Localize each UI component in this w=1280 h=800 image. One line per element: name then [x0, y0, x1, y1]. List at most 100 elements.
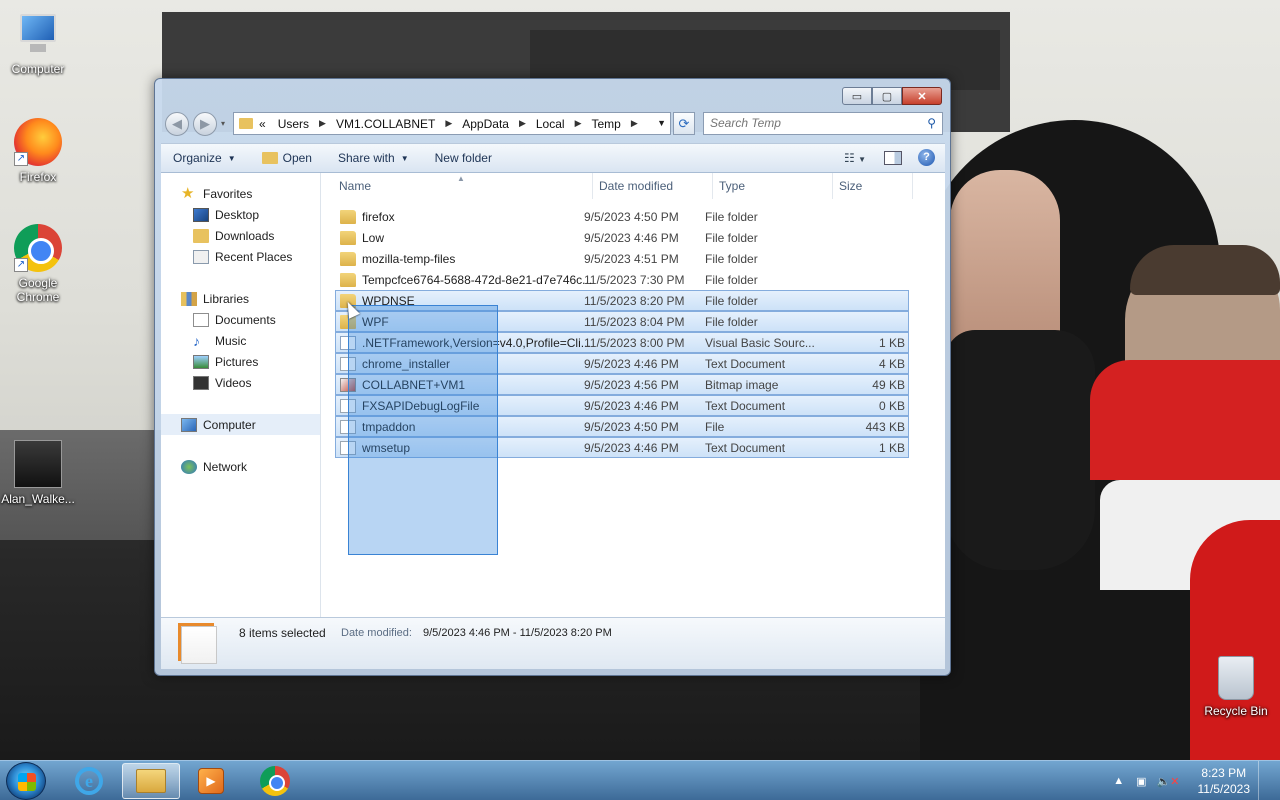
column-header-size[interactable]: Size: [833, 173, 913, 199]
breadcrumb-label: AppData: [462, 116, 509, 131]
nav-item-downloads[interactable]: Downloads: [161, 225, 320, 246]
breadcrumb-overflow[interactable]: «: [259, 117, 266, 131]
script-file-icon: [340, 335, 356, 350]
nav-item-documents[interactable]: Documents: [161, 309, 320, 330]
sort-ascending-icon: ▲: [457, 174, 465, 183]
date-modified-value: 9/5/2023 4:46 PM - 11/5/2023 8:20 PM: [423, 627, 612, 639]
volume-muted-icon[interactable]: 🔈✕: [1157, 775, 1180, 788]
column-header-name[interactable]: ▲ Name: [321, 173, 593, 199]
button-label: Organize: [173, 151, 222, 165]
folder-icon: [239, 118, 253, 129]
nav-item-recent-places[interactable]: Recent Places: [161, 246, 320, 267]
file-row[interactable]: firefox 9/5/2023 4:50 PM File folder: [335, 206, 909, 227]
search-box[interactable]: ⚲: [703, 112, 943, 135]
overflow-chevron-icon: «: [259, 116, 266, 131]
help-button[interactable]: ?: [918, 149, 935, 166]
desktop-icon-chrome[interactable]: ↗ Google Chrome: [0, 224, 76, 304]
forward-button[interactable]: ▶: [193, 112, 217, 136]
breadcrumb-item[interactable]: Users ▶: [278, 117, 336, 131]
taskbar-file-explorer[interactable]: [122, 763, 180, 799]
breadcrumb-item[interactable]: Temp ▶: [591, 117, 647, 131]
taskbar-chrome[interactable]: [246, 763, 304, 799]
file-date-modified: 9/5/2023 4:51 PM: [584, 251, 679, 266]
file-row[interactable]: .NETFramework,Version=v4.0,Profile=Cli..…: [335, 332, 909, 353]
show-hidden-icons-icon[interactable]: ▲: [1113, 775, 1124, 787]
search-input[interactable]: [710, 113, 920, 133]
windows-logo-icon: [18, 773, 36, 791]
breadcrumb-separator-icon[interactable]: ▶: [631, 118, 638, 129]
nav-item-network[interactable]: Network: [161, 456, 320, 477]
firefox-icon: ↗: [14, 118, 62, 166]
close-button[interactable]: ✕: [902, 87, 942, 105]
file-row[interactable]: tmpaddon 9/5/2023 4:50 PM File 443 KB: [335, 416, 909, 437]
search-icon[interactable]: ⚲: [927, 116, 936, 130]
breadcrumb-item[interactable]: Local ▶: [536, 117, 592, 131]
breadcrumb-separator-icon[interactable]: ▶: [519, 118, 526, 129]
recent-pages-dropdown[interactable]: ▾: [221, 119, 225, 128]
file-row[interactable]: Tempcfce6764-5688-472d-8e21-d7e746c... 11…: [335, 269, 909, 290]
start-button[interactable]: [6, 762, 46, 800]
file-row[interactable]: Low 9/5/2023 4:46 PM File folder: [335, 227, 909, 248]
clock[interactable]: 8:23 PM 11/5/2023: [1198, 765, 1251, 797]
file-date-modified: 11/5/2023 8:20 PM: [584, 293, 685, 308]
file-date-modified: 9/5/2023 4:46 PM: [584, 398, 679, 413]
computer-icon: [14, 10, 62, 58]
file-row[interactable]: WPF 11/5/2023 8:04 PM File folder: [335, 311, 909, 332]
back-button[interactable]: ◀: [165, 112, 189, 136]
file-type: Text Document: [705, 440, 786, 455]
internet-explorer-icon: e: [75, 767, 103, 795]
desktop-icon-firefox[interactable]: ↗ Firefox: [0, 118, 76, 184]
multiple-files-icon: [181, 626, 217, 664]
nav-item-desktop[interactable]: Desktop: [161, 204, 320, 225]
file-size: 0 KB: [878, 398, 905, 413]
nav-item-computer[interactable]: Computer: [161, 414, 320, 435]
chevron-down-icon[interactable]: ▼: [657, 118, 666, 128]
file-date-modified: 9/5/2023 4:46 PM: [584, 230, 679, 245]
file-row[interactable]: WPDNSE 11/5/2023 8:20 PM File folder: [335, 290, 909, 311]
window-controls: ▭ ▢ ✕: [842, 87, 942, 105]
file-list-pane[interactable]: ▲ Name Date modified Type Size firefox 9/5…: [321, 173, 945, 617]
new-folder-button[interactable]: New folder: [435, 151, 492, 165]
nav-item-label: Downloads: [215, 228, 275, 243]
file-row[interactable]: COLLABNET+VM1 9/5/2023 4:56 PM Bitmap imag…: [335, 374, 909, 395]
show-desktop-button[interactable]: [1258, 761, 1272, 800]
share-with-button[interactable]: Share with ▼: [338, 151, 409, 165]
address-bar[interactable]: « Users ▶ VM1.COLLABNET ▶ AppData ▶ Local ▶ …: [233, 112, 671, 135]
desktop-icon-alan[interactable]: Alan_Walke...: [0, 440, 76, 506]
nav-item-pictures[interactable]: Pictures: [161, 351, 320, 372]
file-name: WPDNSE: [362, 293, 415, 308]
preview-pane-button[interactable]: [884, 150, 902, 165]
breadcrumb-item[interactable]: VM1.COLLABNET ▶: [336, 117, 462, 131]
breadcrumb-separator-icon[interactable]: ▶: [575, 118, 582, 129]
nav-item-favorites[interactable]: ★ Favorites: [161, 183, 320, 204]
file-row[interactable]: wmsetup 9/5/2023 4:46 PM Text Document 1 KB: [335, 437, 909, 458]
file-row[interactable]: FXSAPIDebugLogFile 9/5/2023 4:46 PM Text D…: [335, 395, 909, 416]
file-row[interactable]: chrome_installer 9/5/2023 4:46 PM Text Doc…: [335, 353, 909, 374]
file-size: 443 KB: [865, 419, 905, 434]
file-type: File folder: [705, 314, 758, 329]
refresh-button[interactable]: ⟳: [673, 112, 695, 135]
desktop-icon-recycle-bin[interactable]: Recycle Bin: [1198, 656, 1274, 718]
taskbar-internet-explorer[interactable]: e: [60, 763, 118, 799]
breadcrumb-separator-icon[interactable]: ▶: [319, 118, 326, 129]
minimize-button[interactable]: ▭: [842, 87, 872, 105]
maximize-button[interactable]: ▢: [872, 87, 902, 105]
nav-item-libraries[interactable]: Libraries: [161, 288, 320, 309]
chevron-down-icon: ▼: [400, 153, 409, 163]
organize-button[interactable]: Organize ▼: [173, 151, 236, 165]
column-header-date[interactable]: Date modified: [593, 173, 713, 199]
breadcrumb-separator-icon[interactable]: ▶: [445, 118, 452, 129]
file-type: File folder: [705, 209, 758, 224]
nav-item-music[interactable]: ♪ Music: [161, 330, 320, 351]
taskbar-media-player[interactable]: ▶: [182, 763, 240, 799]
column-header-type[interactable]: Type: [713, 173, 833, 199]
breadcrumb-item[interactable]: AppData ▶: [462, 117, 536, 131]
open-button[interactable]: Open: [261, 151, 312, 165]
network-tray-icon[interactable]: ▣: [1136, 775, 1146, 788]
nav-item-videos[interactable]: Videos: [161, 372, 320, 393]
bitmap-file-icon: [340, 377, 356, 392]
desktop-icon-computer[interactable]: Computer: [0, 10, 76, 76]
videos-icon: [193, 375, 209, 390]
change-view-button[interactable]: ☷ ▼: [844, 151, 874, 165]
file-row[interactable]: mozilla-temp-files 9/5/2023 4:51 PM File f…: [335, 248, 909, 269]
